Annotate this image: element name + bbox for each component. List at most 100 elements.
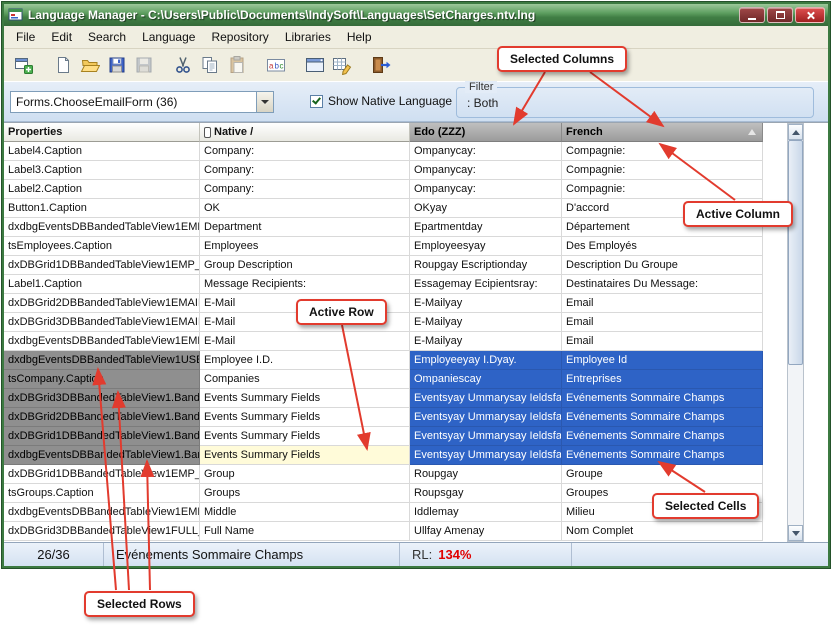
column-header-edo[interactable]: Edo (ZZZ) — [410, 123, 562, 142]
grid-cell-native[interactable]: Employees — [200, 237, 410, 256]
grid-cell-french[interactable]: Compagnie: — [562, 142, 763, 161]
grid-cell-property[interactable]: tsEmployees.Caption — [4, 237, 200, 256]
form-selector[interactable]: Forms.ChooseEmailForm (36) — [10, 91, 274, 113]
grid-cell-french[interactable]: Entreprises — [562, 370, 763, 389]
grid-cell-french[interactable]: Employee Id — [562, 351, 763, 370]
grid-cell-native[interactable]: Department — [200, 218, 410, 237]
grid-cell-property[interactable]: dxDBGrid3DBBandedTableView1EMAIL1 — [4, 313, 200, 332]
grid-cell-native[interactable]: Events Summary Fields — [200, 446, 410, 465]
grid-cell-native[interactable]: Middle — [200, 503, 410, 522]
grid-cell-french[interactable]: Evénements Sommaire Champs — [562, 446, 763, 465]
grid-cell-french[interactable]: Email — [562, 294, 763, 313]
grid-cell-french[interactable]: Evénements Sommaire Champs — [562, 408, 763, 427]
grid-cell-property[interactable]: Label4.Caption — [4, 142, 200, 161]
grid-cell-french[interactable]: Description Du Groupe — [562, 256, 763, 275]
grid-cell-edo[interactable]: Iddlemay — [410, 503, 562, 522]
show-native-checkbox[interactable]: Show Native Language — [310, 94, 452, 108]
toolbar-save-button[interactable] — [103, 52, 130, 78]
grid-cell-edo[interactable]: Ullfay Amenay — [410, 522, 562, 541]
grid-cell-edo[interactable]: Ompaniescay — [410, 370, 562, 389]
toolbar-window-button[interactable] — [301, 52, 328, 78]
grid-cell-edo[interactable]: Ompanycay: — [410, 142, 562, 161]
toolbar-new-form-button[interactable] — [10, 52, 37, 78]
menu-libraries[interactable]: Libraries — [277, 27, 339, 47]
grid-cell-french[interactable]: Evénements Sommaire Champs — [562, 389, 763, 408]
grid-cell-native[interactable]: Company: — [200, 161, 410, 180]
grid-cell-french[interactable]: Compagnie: — [562, 180, 763, 199]
toolbar-new-button[interactable] — [49, 52, 76, 78]
menu-language[interactable]: Language — [134, 27, 203, 47]
grid-cell-native[interactable]: Group — [200, 465, 410, 484]
menu-repository[interactable]: Repository — [203, 27, 276, 47]
grid-cell-property[interactable]: dxdbgEventsDBBandedTableView1EMP_ — [4, 503, 200, 522]
grid-cell-property[interactable]: dxdbgEventsDBBandedTableView1EMP_ — [4, 332, 200, 351]
grid-cell-edo[interactable]: Eventsyay Ummarysay Ieldsfa — [410, 408, 562, 427]
grid-cell-edo[interactable]: Essagemay Ecipientsray: — [410, 275, 562, 294]
grid-cell-native[interactable]: Events Summary Fields — [200, 408, 410, 427]
menu-search[interactable]: Search — [80, 27, 134, 47]
grid-cell-native[interactable]: Group Description — [200, 256, 410, 275]
grid-cell-french[interactable]: Evénements Sommaire Champs — [562, 427, 763, 446]
vertical-scrollbar[interactable] — [787, 123, 804, 542]
grid-cell-native[interactable]: Groups — [200, 484, 410, 503]
menu-help[interactable]: Help — [339, 27, 380, 47]
toolbar-letters-button[interactable]: abc — [262, 52, 289, 78]
scroll-down-button[interactable] — [788, 525, 803, 541]
grid-cell-property[interactable]: dxDBGrid1DBBandedTableView1EMP_G — [4, 256, 200, 275]
grid-cell-property[interactable]: dxdbgEventsDBBandedTableView1USEF — [4, 351, 200, 370]
grid-cell-french[interactable]: Compagnie: — [562, 161, 763, 180]
grid-cell-native[interactable]: Company: — [200, 180, 410, 199]
grid-cell-property[interactable]: Label1.Caption — [4, 275, 200, 294]
grid-cell-native[interactable]: Full Name — [200, 522, 410, 541]
menu-file[interactable]: File — [8, 27, 43, 47]
grid-cell-native[interactable]: Events Summary Fields — [200, 427, 410, 446]
grid-cell-edo[interactable]: E-Mailyay — [410, 332, 562, 351]
grid-cell-property[interactable]: dxDBGrid3DBBandedTableView1.Bands — [4, 389, 200, 408]
grid-cell-edo[interactable]: Employeeyay I.Dyay. — [410, 351, 562, 370]
grid-cell-edo[interactable]: OKyay — [410, 199, 562, 218]
maximize-button[interactable] — [767, 7, 793, 23]
grid-cell-property[interactable]: dxDBGrid2DBBandedTableView1.Bands — [4, 408, 200, 427]
grid-cell-edo[interactable]: Eventsyay Ummarysay Ieldsfa — [410, 427, 562, 446]
grid-cell-property[interactable]: tsGroups.Caption — [4, 484, 200, 503]
scroll-up-button[interactable] — [788, 124, 803, 140]
grid-cell-edo[interactable]: Ompanycay: — [410, 161, 562, 180]
column-header-french[interactable]: French — [562, 123, 763, 142]
grid-cell-property[interactable]: dxDBGrid3DBBandedTableView1FULL_ — [4, 522, 200, 541]
grid-cell-property[interactable]: dxdbgEventsDBBandedTableView1.Ban — [4, 446, 200, 465]
grid-cell-native[interactable]: Employee I.D. — [200, 351, 410, 370]
grid-cell-edo[interactable]: Ompanycay: — [410, 180, 562, 199]
grid-cell-french[interactable]: Email — [562, 332, 763, 351]
column-header-native[interactable]: Native / — [200, 123, 410, 142]
grid-cell-edo[interactable]: E-Mailyay — [410, 313, 562, 332]
grid-cell-property[interactable]: dxDBGrid1DBBandedTableView1EMP_G — [4, 465, 200, 484]
grid-cell-edo[interactable]: Roupgay Escriptionday — [410, 256, 562, 275]
grid-cell-french[interactable]: Destinataires Du Message: — [562, 275, 763, 294]
grid-cell-property[interactable]: Label2.Caption — [4, 180, 200, 199]
toolbar-repository-button[interactable] — [328, 52, 355, 78]
grid-cell-edo[interactable]: Employeesyay — [410, 237, 562, 256]
grid-cell-property[interactable]: dxDBGrid1DBBandedTableView1.Bands — [4, 427, 200, 446]
toolbar-copy-button[interactable] — [196, 52, 223, 78]
grid-cell-native[interactable]: OK — [200, 199, 410, 218]
column-header-properties[interactable]: Properties — [4, 123, 200, 142]
grid-cell-property[interactable]: Button1.Caption — [4, 199, 200, 218]
grid-cell-edo[interactable]: E-Mailyay — [410, 294, 562, 313]
minimize-button[interactable] — [739, 7, 765, 23]
close-button[interactable] — [795, 7, 825, 23]
grid-cell-native[interactable]: E-Mail — [200, 332, 410, 351]
form-selector-dropdown-button[interactable] — [256, 92, 273, 112]
toolbar-open-button[interactable] — [76, 52, 103, 78]
grid-cell-french[interactable]: Nom Complet — [562, 522, 763, 541]
grid-cell-edo[interactable]: Roupsgay — [410, 484, 562, 503]
grid-cell-native[interactable]: Company: — [200, 142, 410, 161]
toolbar-exit-button[interactable] — [367, 52, 394, 78]
grid-cell-property[interactable]: tsCompany.Caption — [4, 370, 200, 389]
grid-cell-edo[interactable]: Roupgay — [410, 465, 562, 484]
toolbar-save-all-button[interactable] — [130, 52, 157, 78]
grid-cell-native[interactable]: Companies — [200, 370, 410, 389]
grid-cell-edo[interactable]: Eventsyay Ummarysay Ieldsfa — [410, 389, 562, 408]
grid-cell-native[interactable]: Message Recipients: — [200, 275, 410, 294]
grid-cell-french[interactable]: Groupe — [562, 465, 763, 484]
scrollbar-thumb[interactable] — [788, 140, 803, 365]
